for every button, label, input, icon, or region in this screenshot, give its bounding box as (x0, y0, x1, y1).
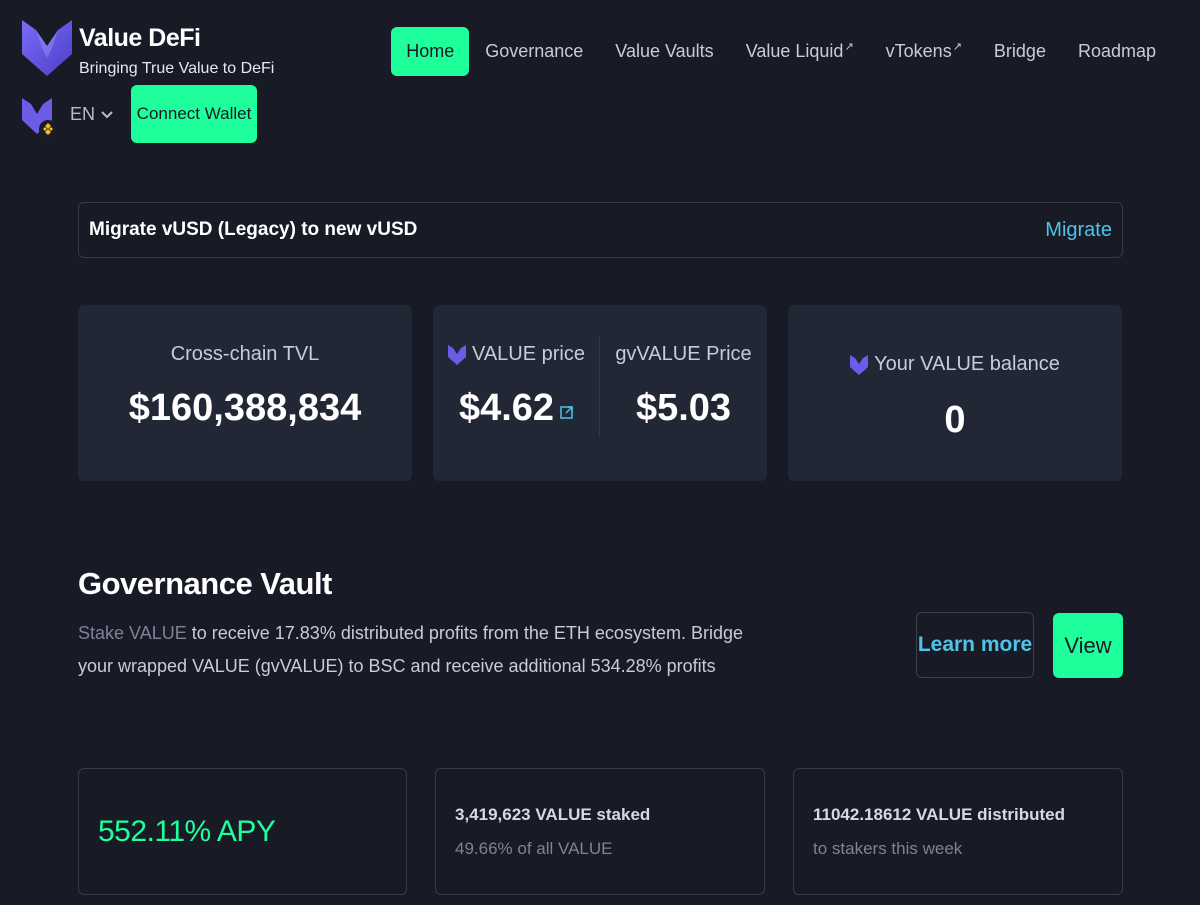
balance-label-row: Your VALUE balance (788, 353, 1122, 376)
gvvalue-price-section: gvVALUE Price $5.03 (600, 305, 767, 481)
balance-card: Your VALUE balance 0 (788, 305, 1122, 481)
nav-value-vaults[interactable]: Value Vaults (599, 27, 729, 76)
view-button[interactable]: View (1053, 613, 1123, 678)
migrate-link[interactable]: Migrate (1045, 219, 1112, 242)
brand-subtitle: Bringing True Value to DeFi (79, 60, 275, 77)
distributed-period: to stakers this week (813, 839, 963, 858)
distributed-card: 11042.18612 VALUE distributed to stakers… (793, 768, 1123, 895)
staked-percent: 49.66% of all VALUE (455, 839, 613, 858)
external-link-icon[interactable] (560, 405, 574, 419)
gvvalue-price-label: gvVALUE Price (615, 343, 752, 365)
value-price-label-row: VALUE price (433, 343, 600, 366)
nav-home[interactable]: Home (391, 26, 470, 76)
tvl-card: Cross-chain TVL $160,388,834 (78, 305, 412, 481)
nav-governance[interactable]: Governance (469, 27, 599, 76)
tvl-label: Cross-chain TVL (170, 343, 320, 365)
tvl-value: $160,388,834 (128, 387, 362, 429)
balance-label: Your VALUE balance (874, 353, 1060, 375)
governance-description: Stake VALUE to receive 17.83% distribute… (78, 617, 758, 683)
language-label: EN (70, 104, 96, 124)
external-link-icon: ↗ (952, 41, 962, 53)
value-price-label: VALUE price (471, 343, 585, 365)
apy-card: 552.11% APY (78, 768, 407, 895)
nav-value-liquid-label: Value Liquid (745, 41, 844, 61)
distributed-value: 11042.18612 VALUE distributed (813, 805, 1065, 824)
nav-bridge[interactable]: Bridge (978, 27, 1062, 76)
value-price-value-row: $4.62 (433, 387, 600, 430)
nav-value-liquid[interactable]: Value Liquid↗ (730, 26, 870, 76)
connect-wallet-button[interactable]: Connect Wallet (131, 85, 257, 143)
external-link-icon: ↗ (844, 41, 854, 53)
nav-roadmap[interactable]: Roadmap (1062, 27, 1172, 76)
value-price-section: VALUE price $4.62 (433, 305, 600, 481)
nav-vtokens-label: vTokens (885, 41, 952, 61)
brand-title: Value DeFi (79, 24, 201, 52)
bsc-chain-icon[interactable] (22, 96, 56, 140)
chevron-down-icon (101, 110, 113, 118)
language-selector[interactable]: EN (70, 104, 113, 125)
price-card: VALUE price $4.62 gvVALUE Price $5.03 (433, 305, 767, 481)
migrate-banner-text: Migrate vUSD (Legacy) to new vUSD (89, 219, 418, 240)
governance-title: Governance Vault (78, 566, 332, 601)
value-token-icon (850, 354, 869, 375)
migrate-banner: Migrate vUSD (Legacy) to new vUSD Migrat… (78, 202, 1123, 258)
learn-more-button[interactable]: Learn more (916, 612, 1034, 678)
balance-value: 0 (944, 399, 966, 441)
value-token-icon (447, 344, 466, 365)
value-defi-logo-icon[interactable] (22, 18, 72, 76)
governance-desc-lead: Stake VALUE (78, 623, 187, 643)
nav-vtokens[interactable]: vTokens↗ (870, 26, 978, 76)
staked-value: 3,419,623 VALUE staked (455, 805, 651, 824)
main-nav: Home Governance Value Vaults Value Liqui… (391, 26, 1172, 76)
gvvalue-price-value: $5.03 (635, 387, 732, 429)
staked-card: 3,419,623 VALUE staked 49.66% of all VAL… (435, 768, 765, 895)
apy-value: 552.11% APY (98, 815, 276, 848)
value-price-value: $4.62 (458, 387, 555, 429)
